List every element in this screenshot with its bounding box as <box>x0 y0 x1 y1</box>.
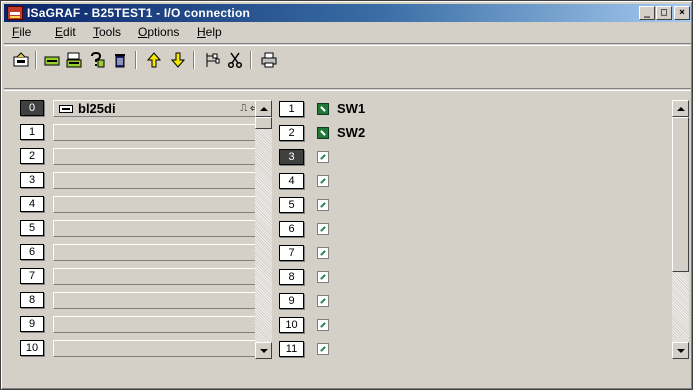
slot-scroll-thumb[interactable] <box>255 117 272 129</box>
edit-variable-icon[interactable] <box>317 343 329 355</box>
slot-scrollbar[interactable] <box>255 100 272 359</box>
boolean-variable-icon <box>317 103 329 115</box>
minimize-button[interactable]: _ <box>639 6 655 20</box>
channel-number-3[interactable]: 3 <box>279 149 304 165</box>
maximize-button[interactable]: □ <box>656 6 672 20</box>
move-down-icon[interactable] <box>167 50 189 70</box>
slot-scroll-down-button[interactable] <box>255 342 272 359</box>
channel-variable-name[interactable]: SW1 <box>337 101 365 117</box>
toolbar <box>4 43 691 91</box>
slot-number-0[interactable]: 0 <box>20 100 44 116</box>
board-name: bl25di <box>78 101 116 116</box>
slot-board-4[interactable] <box>53 196 265 213</box>
board-params-icon[interactable] <box>41 50 63 70</box>
channel-number-1[interactable]: 1 <box>279 101 304 117</box>
slot-number-9[interactable]: 9 <box>20 316 44 332</box>
edit-variable-icon[interactable] <box>317 295 329 307</box>
slot-number-6[interactable]: 6 <box>20 244 44 260</box>
edit-variable-icon[interactable] <box>317 223 329 235</box>
channel-scroll-up-button[interactable] <box>672 100 689 117</box>
edit-variable-icon[interactable] <box>317 319 329 331</box>
edit-variable-icon[interactable] <box>317 151 329 163</box>
slot-number-4[interactable]: 4 <box>20 196 44 212</box>
menu-bar: File Edit Tools Options Help <box>4 23 691 42</box>
menu-help[interactable]: Help <box>197 25 222 40</box>
cut-icon[interactable] <box>224 50 246 70</box>
edit-variable-icon[interactable] <box>317 175 329 187</box>
slot-number-3[interactable]: 3 <box>20 172 44 188</box>
board-icon <box>59 105 73 113</box>
channel-scroll-down-button[interactable] <box>672 342 689 359</box>
slot-board-8[interactable] <box>53 292 265 309</box>
slot-number-1[interactable]: 1 <box>20 124 44 140</box>
channel-scroll-thumb[interactable] <box>672 117 689 272</box>
slot-board-0[interactable]: bl25di ⎍ ⇦ <box>53 100 265 117</box>
arrow-up-icon <box>676 106 685 111</box>
arrow-down-icon <box>676 348 685 353</box>
window-title: ISaGRAF - B25TEST1 - I/O connection <box>27 6 251 20</box>
slot-board-1[interactable] <box>53 124 265 141</box>
menu-tools[interactable]: Tools <box>93 25 121 40</box>
slot-board-6[interactable] <box>53 244 265 261</box>
slot-board-5[interactable] <box>53 220 265 237</box>
slot-number-10[interactable]: 10 <box>20 340 44 356</box>
boolean-variable-icon <box>317 127 329 139</box>
channel-panel: 1 SW1 2 SW2 3 4 5 6 7 8 9 10 11 <box>279 100 691 362</box>
delete-icon[interactable] <box>109 50 131 70</box>
channel-scrollbar[interactable] <box>672 100 689 359</box>
board-test-icon[interactable] <box>86 50 108 70</box>
edit-variable-icon[interactable] <box>317 271 329 283</box>
slot-board-9[interactable] <box>53 316 265 333</box>
hierarchy-icon[interactable] <box>201 50 223 70</box>
slot-board-7[interactable] <box>53 268 265 285</box>
set-board-icon[interactable] <box>10 50 32 70</box>
channel-number-5[interactable]: 5 <box>279 197 304 213</box>
arrow-down-icon <box>259 348 268 353</box>
channel-number-6[interactable]: 6 <box>279 221 304 237</box>
channel-number-7[interactable]: 7 <box>279 245 304 261</box>
channel-variable-name[interactable]: SW2 <box>337 125 365 141</box>
menu-edit[interactable]: Edit <box>55 25 76 40</box>
isagraf-app-icon[interactable] <box>7 6 23 20</box>
slot-board-10[interactable] <box>53 340 265 357</box>
edit-variable-icon[interactable] <box>317 247 329 259</box>
channel-number-11[interactable]: 11 <box>279 341 304 357</box>
arrow-up-icon <box>259 106 268 111</box>
slot-number-5[interactable]: 5 <box>20 220 44 236</box>
channel-number-8[interactable]: 8 <box>279 269 304 285</box>
slot-board-3[interactable] <box>53 172 265 189</box>
slot-board-2[interactable] <box>53 148 265 165</box>
move-up-icon[interactable] <box>143 50 165 70</box>
title-bar[interactable]: ISaGRAF - B25TEST1 - I/O connection _ □ … <box>4 4 691 22</box>
slot-scroll-up-button[interactable] <box>255 100 272 117</box>
print-icon[interactable] <box>258 50 280 70</box>
channel-number-9[interactable]: 9 <box>279 293 304 309</box>
slot-number-7[interactable]: 7 <box>20 268 44 284</box>
channel-number-2[interactable]: 2 <box>279 125 304 141</box>
channel-number-4[interactable]: 4 <box>279 173 304 189</box>
channel-number-10[interactable]: 10 <box>279 317 304 333</box>
slot-number-8[interactable]: 8 <box>20 292 44 308</box>
slot-panel: 0 bl25di ⎍ ⇦ 1 2 3 4 5 6 7 8 9 10 <box>19 100 273 362</box>
menu-options[interactable]: Options <box>138 25 179 40</box>
menu-file[interactable]: File <box>12 25 31 40</box>
edit-variable-icon[interactable] <box>317 199 329 211</box>
board-open-icon[interactable] <box>63 50 85 70</box>
menu-file-label: ile <box>19 25 32 39</box>
close-button[interactable]: × <box>674 6 690 20</box>
main-window: ISaGRAF - B25TEST1 - I/O connection _ □ … <box>0 0 693 390</box>
slot-number-2[interactable]: 2 <box>20 148 44 164</box>
